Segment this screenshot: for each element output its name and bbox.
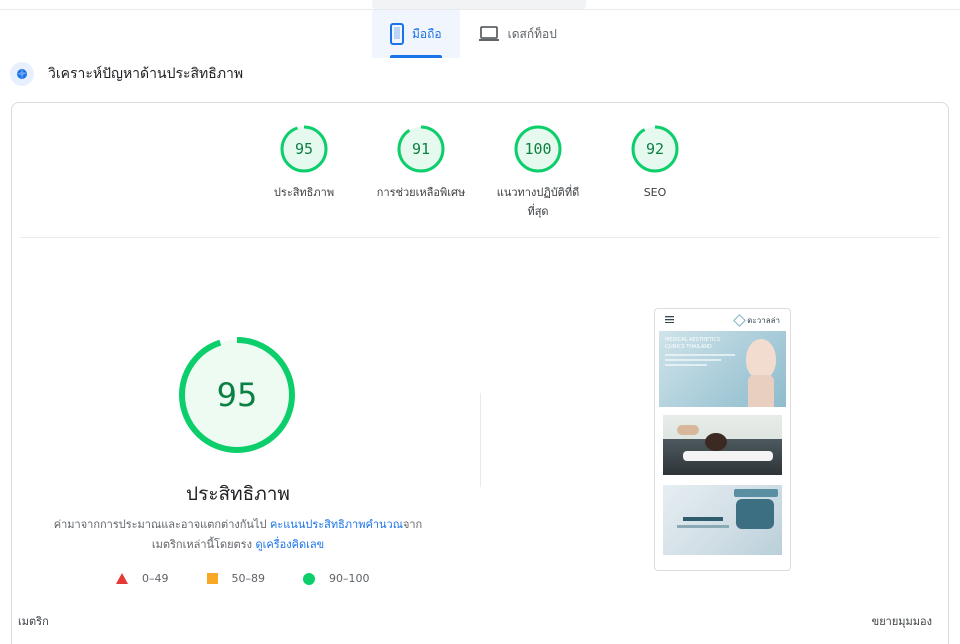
gauge-label-line1: แนวทางปฏิบัติที่ดี [496, 186, 580, 199]
score-calc-link[interactable]: คะแนนประสิทธิภาพคำนวณ [270, 518, 403, 531]
score-gauges: 95 ประสิทธิภาพ 91 การช่วยเหลือพิเศษ 100 … [12, 125, 948, 225]
triangle-icon [116, 573, 128, 584]
vertical-divider [480, 393, 481, 487]
device-tabs: มือถือ เดสก์ท็อป [372, 10, 575, 58]
gauge-score: 91 [411, 140, 431, 158]
laptop-icon [478, 26, 500, 42]
section-title: วิเคราะห์ปัญหาด้านประสิทธิภาพ [48, 66, 244, 82]
legend-fail: 0–49 [116, 572, 169, 585]
score-legend: 0–49 50–89 90–100 [116, 572, 408, 585]
gauge-seo[interactable]: 92 SEO [595, 125, 715, 202]
gauge-label-line2: ที่สุด [527, 205, 549, 218]
legend-average-range: 50–89 [231, 572, 266, 585]
tab-mobile-label: มือถือ [412, 26, 442, 41]
tab-desktop[interactable]: เดสก์ท็อป [460, 10, 575, 58]
metrics-heading: เมตริก [18, 615, 49, 628]
hamburger-menu-icon [665, 315, 674, 325]
diagnose-header: วิเคราะห์ปัญหาด้านประสิทธิภาพ [10, 62, 243, 86]
tab-mobile[interactable]: มือถือ [372, 10, 460, 58]
main-category-title: ประสิทธิภาพ [186, 483, 290, 505]
legend-pass: 90–100 [303, 572, 370, 585]
legend-fail-range: 0–49 [142, 572, 169, 585]
legend-average: 50–89 [206, 572, 266, 585]
massage-photo [663, 415, 782, 475]
hero-text-line1: MEDICAL AESTHETICS [665, 337, 721, 343]
gauge-label: การช่วยเหลือพิเศษ [376, 186, 466, 199]
expand-view-button[interactable]: ขยายมุมมอง [872, 612, 932, 630]
circle-icon [303, 572, 315, 585]
desc-text-2: จาก [402, 518, 423, 531]
score-description: ค่ามาจากการประมาณและอาจแตกต่างกันไป คะแน… [42, 515, 434, 555]
device-photo [663, 485, 782, 555]
gauge-accessibility[interactable]: 91 การช่วยเหลือพิเศษ [361, 125, 481, 202]
main-score: 95 [216, 376, 258, 414]
screenshot-hero-image: MEDICAL AESTHETICS CLINICS THAILAND [659, 331, 786, 407]
performance-main-gauge: 95 [178, 336, 296, 454]
gauge-score: 95 [294, 140, 314, 158]
gauge-label: แนวทางปฏิบัติที่ดี ที่สุด [478, 183, 598, 221]
face-image [746, 339, 776, 379]
diagnose-icon [10, 62, 34, 86]
hero-text: MEDICAL AESTHETICS CLINICS THAILAND [665, 337, 735, 366]
desc-text-1: ค่ามาจากการประมาณและอาจแตกต่างกันไป [53, 518, 270, 531]
report-card: 95 ประสิทธิภาพ 91 การช่วยเหลือพิเศษ 100 … [11, 102, 949, 644]
gauge-score: 92 [645, 140, 665, 158]
legend-pass-range: 90–100 [329, 572, 370, 585]
desc-text-3: เมตริกเหล่านี้โดยตรง [151, 538, 256, 551]
square-icon [206, 573, 218, 584]
gauge-best-practices[interactable]: 100 แนวทางปฏิบัติที่ดี ที่สุด [478, 125, 598, 221]
calculator-link[interactable]: ดูเครื่องคิดเลข [255, 538, 324, 551]
gauge-score: 100 [524, 140, 552, 158]
logo-mark-icon [733, 313, 747, 327]
hero-text-line2: CLINICS THAILAND [665, 344, 712, 350]
gauge-performance[interactable]: 95 ประสิทธิภาพ [244, 125, 364, 202]
page-screenshot[interactable]: ดะวาลล่า MEDICAL AESTHETICS CLINICS THAI… [654, 308, 791, 571]
site-logo: ดะวาลล่า [733, 313, 780, 327]
gauge-label: ประสิทธิภาพ [273, 186, 335, 199]
top-tab-strip [372, 0, 586, 9]
gauge-label: SEO [643, 186, 667, 199]
tab-desktop-label: เดสก์ท็อป [507, 26, 557, 41]
screenshot-header: ดะวาลล่า [655, 309, 790, 331]
gauges-divider [20, 237, 940, 238]
site-logo-text: ดะวาลล่า [747, 315, 780, 325]
smartphone-icon [390, 23, 404, 45]
